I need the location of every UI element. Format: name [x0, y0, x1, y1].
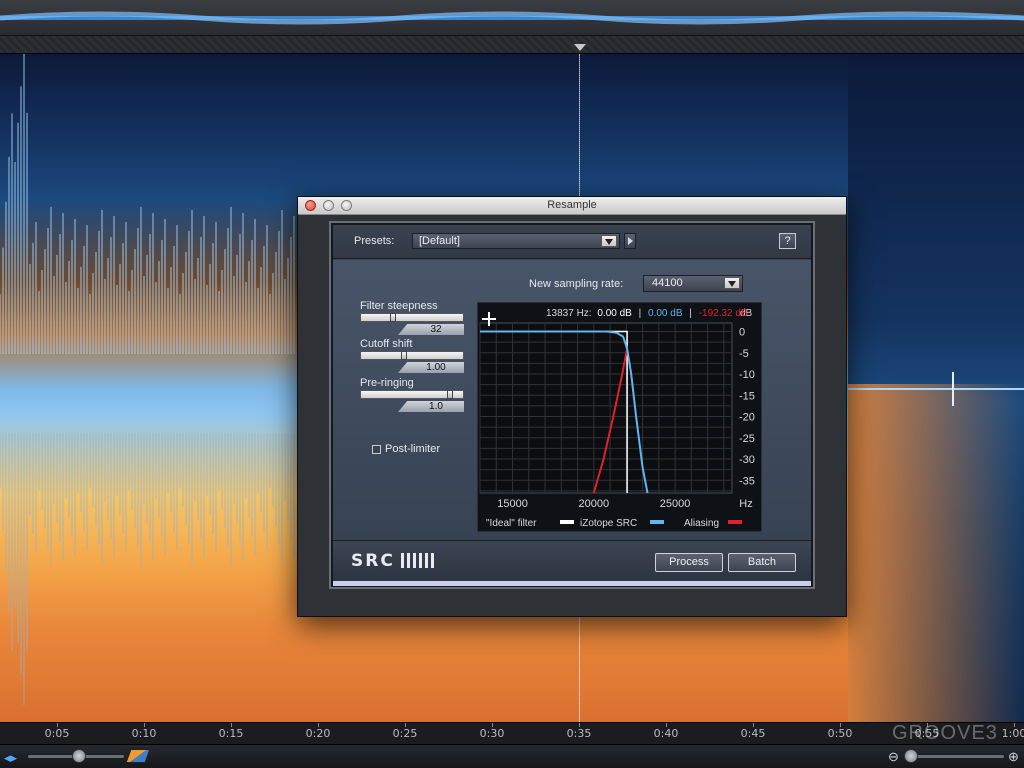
- sampling-rate-label: New sampling rate:: [529, 278, 624, 290]
- readout-text: 13837 Hz: 0.00 dB | 0.00 dB | -192.32 dB: [546, 308, 748, 319]
- chart-legend-label: "Ideal" filter: [486, 518, 537, 529]
- readout-separator-1: |: [639, 308, 642, 319]
- timeline-tick-label: 0:40: [653, 727, 679, 740]
- dialog-footer: SRC Process Batch: [333, 540, 811, 585]
- chevron-down-icon[interactable]: [601, 235, 617, 247]
- chart-x-ticks: 15000 20000 25000: [497, 498, 690, 510]
- filter-response-plot: 0-5-10-15-20-25-30-35 15000 20000 25000 dB…: [479, 308, 755, 529]
- watermark-logo: GROOVE3: [892, 722, 998, 744]
- presets-dropdown[interactable]: [Default]: [412, 233, 620, 249]
- chart-x-tick-label: 20000: [579, 498, 610, 510]
- zoom-out-icon[interactable]: ⊖: [888, 749, 899, 765]
- chart-y-tick-label: -5: [739, 348, 749, 360]
- readout-aliasing: -192.32 dB: [699, 308, 748, 319]
- chart-legend-swatch: [728, 520, 742, 524]
- pre-ringing-value[interactable]: 1.0: [398, 401, 464, 412]
- presets-value: [Default]: [419, 235, 460, 247]
- chart-y-tick-label: -35: [739, 475, 755, 487]
- time-zoom-knob[interactable]: [904, 749, 918, 763]
- resample-panel: Presets: [Default] ? New sampling rate: …: [329, 221, 815, 589]
- x-axis-label: Hz: [739, 498, 752, 510]
- cutoff-shift-thumb[interactable]: [401, 351, 408, 360]
- dialog-titlebar[interactable]: Resample: [298, 197, 846, 215]
- timeline-tick-label: 0:30: [479, 727, 505, 740]
- filter-response-chart: 0 -5 -10 -15 -20 -25 -30 -35 15000 20000 25000 dB…: [477, 302, 762, 532]
- readout-ideal: 0.00 dB: [597, 308, 632, 319]
- timeline-tick-label: 0:50: [827, 727, 853, 740]
- chart-y-tick-label: -20: [739, 412, 755, 424]
- presets-label: Presets:: [354, 235, 395, 247]
- amplitude-zoom-knob[interactable]: [72, 749, 86, 763]
- readout-frequency: 13837 Hz:: [546, 308, 592, 319]
- resample-settings: New sampling rate: 44100 Filter steepnes…: [333, 260, 811, 540]
- chart-y-tick-label: -30: [739, 454, 755, 466]
- progress-band: [333, 581, 811, 586]
- timeline-tick-label: 0:35: [566, 727, 592, 740]
- post-limiter-label: Post-limiter: [385, 443, 441, 455]
- timeline-tick-label: 0:25: [392, 727, 418, 740]
- chart-legend-swatch: [650, 520, 664, 524]
- readout-separator-2: |: [689, 308, 692, 319]
- src-logo-bars-icon: [401, 553, 437, 568]
- pre-ringing-slider[interactable]: [360, 390, 464, 399]
- chart-x-tick-label: 25000: [660, 498, 691, 510]
- presets-menu-arrow-icon[interactable]: [624, 233, 636, 249]
- cutoff-shift-slider[interactable]: [360, 351, 464, 360]
- filter-steepness-slider[interactable]: [360, 313, 464, 322]
- filter-steepness-value[interactable]: 32: [398, 324, 464, 335]
- chart-y-tick-label: -25: [739, 433, 755, 445]
- overview-scroll-strip[interactable]: [0, 36, 1024, 54]
- sampling-rate-dropdown[interactable]: 44100: [643, 275, 743, 292]
- chart-y-ticks: 0 -5 -10 -15 -20 -25 -30 -35: [739, 327, 755, 488]
- timeline-tick-label: 0:20: [305, 727, 331, 740]
- chart-legend-label: iZotope SRC: [580, 518, 637, 529]
- pre-ringing-label: Pre-ringing: [360, 377, 414, 389]
- presets-row: Presets: [Default] ?: [333, 225, 811, 259]
- filter-steepness-thumb[interactable]: [389, 313, 396, 322]
- process-button[interactable]: Process: [655, 553, 723, 572]
- post-limiter-checkbox[interactable]: [372, 445, 381, 454]
- chart-y-tick-label: -10: [739, 369, 755, 381]
- playhead-marker-icon[interactable]: [574, 44, 586, 51]
- batch-button[interactable]: Batch: [728, 553, 796, 572]
- timeline-tick-label: 1:00: [1001, 727, 1024, 740]
- chart-y-tick-label: -15: [739, 390, 755, 402]
- readout-src: 0.00 dB: [648, 308, 683, 319]
- help-button[interactable]: ?: [779, 233, 796, 249]
- src-logo: SRC: [351, 551, 395, 571]
- cutoff-shift-label: Cutoff shift: [360, 338, 413, 350]
- time-ruler[interactable]: 0:05 0:10 0:15 0:20 0:25 0:30 0:35 0:40 0:45 0:50…: [0, 722, 1024, 744]
- timeline-tick-label: 0:45: [740, 727, 766, 740]
- timeline-tick-label: 0:10: [131, 727, 157, 740]
- chart-x-tick-label: 15000: [497, 498, 528, 510]
- zoom-in-icon[interactable]: ⊕: [1008, 749, 1019, 765]
- chevron-down-icon[interactable]: [724, 277, 740, 289]
- resample-dialog: Resample Presets: [Default] ? New sampli…: [297, 196, 847, 617]
- timeline-tick-label: 0:15: [218, 727, 244, 740]
- chart-legend: "Ideal" filter iZotope SRC Aliasing: [486, 518, 742, 529]
- chart-legend-label: Aliasing: [684, 518, 719, 529]
- time-zoom-slider[interactable]: [904, 755, 1004, 758]
- chart-grid: [479, 322, 733, 494]
- waveform-icon[interactable]: ◂▸: [4, 750, 24, 765]
- overview-waveform-icon: [0, 11, 1024, 25]
- chart-plot-area: [479, 322, 733, 494]
- pre-ringing-thumb[interactable]: [447, 390, 454, 399]
- sampling-rate-value: 44100: [652, 277, 683, 289]
- timeline-tick-label: 0:05: [44, 727, 70, 740]
- cutoff-shift-value[interactable]: 1.00: [398, 362, 464, 373]
- waveform-overview[interactable]: [0, 0, 1024, 36]
- spectrogram-color-icon[interactable]: [125, 749, 151, 763]
- bottom-toolbar: ◂▸ ⊖ ⊕: [0, 744, 1024, 768]
- chart-legend-swatch: [560, 520, 574, 524]
- dialog-title: Resample: [547, 199, 597, 211]
- filter-steepness-label: Filter steepness: [360, 300, 438, 312]
- chart-y-tick-label: 0: [739, 327, 745, 339]
